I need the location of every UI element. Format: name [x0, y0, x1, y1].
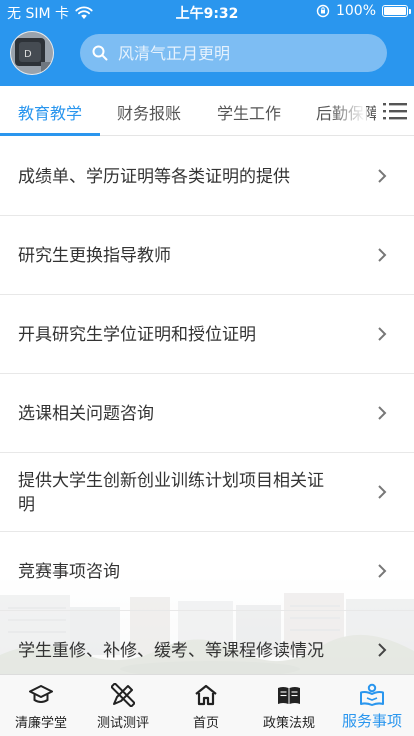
list-item[interactable]: 选课相关问题咨询 — [0, 374, 414, 453]
tab-logistics[interactable]: 后勤保障 — [316, 100, 380, 124]
tabbar-item-test[interactable]: 测试测评 — [82, 675, 164, 736]
menu-icon — [383, 102, 407, 119]
search-icon — [92, 45, 108, 61]
search-input[interactable] — [118, 43, 358, 63]
header: 无 SIM 卡 上午9:32 100% D — [0, 0, 414, 86]
chevron-right-icon — [378, 248, 387, 262]
status-bar: 无 SIM 卡 上午9:32 100% — [0, 0, 414, 24]
bottom-tab-bar: 清廉学堂 测试测评 首页 政策法规 服务事项 — [0, 674, 414, 736]
tab-menu-button[interactable] — [376, 86, 414, 135]
svg-text:D: D — [24, 49, 32, 60]
chevron-right-icon — [378, 169, 387, 183]
list-item[interactable]: 提供大学生创新创业训练计划项目相关证明 — [0, 453, 414, 532]
pencil-ruler-icon — [111, 683, 135, 707]
service-book-icon — [360, 683, 384, 706]
battery-percent: 100% — [335, 3, 376, 19]
category-tabs: 教育教学 财务报账 学生工作 后勤保障 — [0, 86, 414, 136]
tabbar-item-home[interactable]: 首页 — [165, 675, 247, 736]
service-list: 成绩单、学历证明等各类证明的提供 研究生更换指导教师 开具研究生学位证明和授位证… — [0, 137, 414, 674]
tabbar-label: 服务事项 — [341, 712, 402, 730]
list-item-label: 选课相关问题咨询 — [18, 403, 154, 424]
tab-education[interactable]: 教育教学 — [18, 100, 82, 124]
tabbar-label: 政策法规 — [262, 716, 315, 731]
tabbar-label: 清廉学堂 — [14, 716, 67, 731]
graduation-cap-icon — [29, 685, 53, 703]
chevron-right-icon — [378, 406, 387, 420]
list-item-label: 提供大学生创新创业训练计划项目相关证明 — [18, 470, 324, 515]
list-item[interactable]: 开具研究生学位证明和授位证明 — [0, 295, 414, 374]
orientation-lock-icon — [316, 4, 330, 18]
tabbar-label: 测试测评 — [96, 716, 149, 731]
chevron-right-icon — [378, 643, 387, 657]
list-item-label: 开具研究生学位证明和授位证明 — [18, 324, 256, 345]
book-icon — [278, 687, 300, 704]
list-item-label: 竞赛事项咨询 — [18, 561, 120, 582]
chevron-right-icon — [378, 327, 387, 341]
tab-student-affairs[interactable]: 学生工作 — [217, 100, 281, 124]
chevron-right-icon — [378, 564, 387, 578]
list-item-label: 成绩单、学历证明等各类证明的提供 — [18, 166, 290, 187]
list-item[interactable]: 学生重修、补修、缓考、等课程修读情况 — [0, 611, 414, 674]
list-item[interactable]: 成绩单、学历证明等各类证明的提供 — [0, 137, 414, 216]
list-item[interactable]: 竞赛事项咨询 — [0, 532, 414, 611]
list-item-label: 研究生更换指导教师 — [18, 245, 171, 266]
tabbar-item-policy[interactable]: 政策法规 — [248, 675, 330, 736]
home-icon — [195, 684, 217, 706]
tabbar-item-lianzheng[interactable]: 清廉学堂 — [0, 675, 82, 736]
battery-icon — [382, 5, 411, 17]
tab-finance[interactable]: 财务报账 — [117, 100, 181, 124]
avatar[interactable]: D — [10, 31, 54, 75]
chevron-right-icon — [378, 485, 387, 499]
tabbar-label: 首页 — [192, 716, 219, 731]
tabbar-item-services[interactable]: 服务事项 — [331, 675, 413, 736]
list-item-label: 学生重修、补修、缓考、等课程修读情况 — [18, 640, 324, 661]
list-item[interactable]: 研究生更换指导教师 — [0, 216, 414, 295]
active-tab-indicator — [0, 133, 100, 136]
search-bar[interactable] — [80, 34, 387, 72]
